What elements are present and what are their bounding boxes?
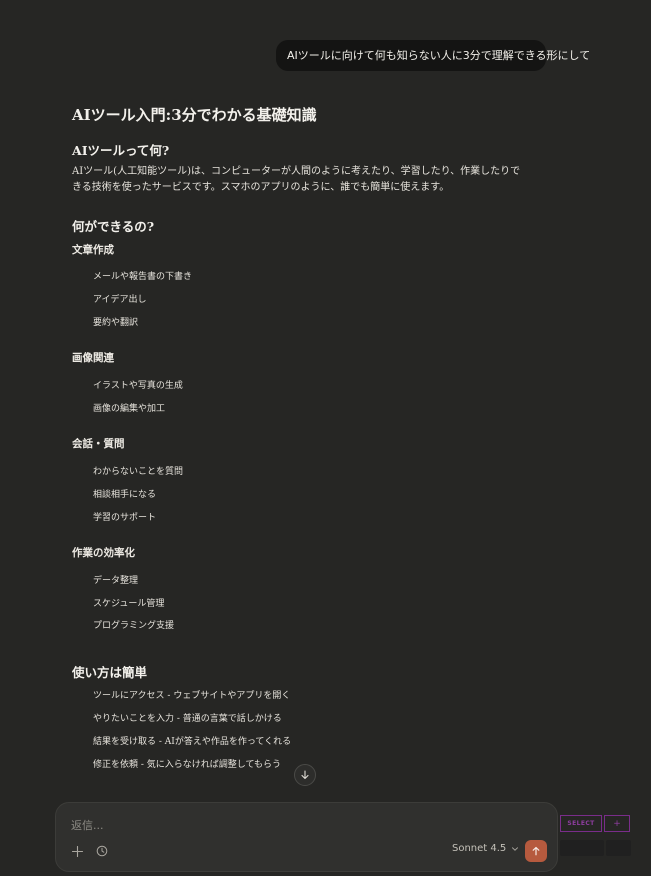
- list-item: スケジュール管理: [93, 599, 165, 609]
- reply-composer[interactable]: 返信... Sonnet 4.5: [55, 802, 558, 872]
- group-title: 文章作成: [72, 244, 114, 256]
- step-item: 結果を受け取る - AIが答えや作品を作ってくれる: [93, 737, 292, 747]
- section-paragraph: AIツール(人工知能ツール)は、コンピューターが人間のように考えたり、学習したり…: [72, 166, 521, 193]
- scroll-to-bottom-button[interactable]: [294, 764, 316, 786]
- group-title: 画像関連: [72, 352, 114, 364]
- select-plus-label: +: [613, 818, 621, 829]
- select-label: SELECT: [567, 820, 595, 827]
- select-overlay-button[interactable]: SELECT: [560, 815, 602, 832]
- overlay-placeholder-block: [606, 840, 631, 856]
- add-button[interactable]: [70, 844, 84, 858]
- arrow-down-icon: [301, 770, 309, 780]
- model-selector[interactable]: Sonnet 4.5: [452, 843, 519, 854]
- step-item: ツールにアクセス - ウェブサイトやアプリを開く: [93, 691, 291, 701]
- section-heading-howto: 使い方は簡単: [72, 665, 148, 680]
- select-add-button[interactable]: +: [604, 815, 630, 832]
- step-item: 修正を依頼 - 気に入らなければ調整してもらう: [93, 760, 282, 770]
- list-item: データ整理: [93, 576, 139, 586]
- arrow-up-icon: [532, 846, 540, 856]
- user-message-bubble: AIツールに向けて何も知らない人に3分で理解できる形にして: [276, 40, 590, 71]
- group-title: 会話・質問: [72, 438, 125, 450]
- history-button[interactable]: [95, 844, 109, 858]
- list-item: 画像の編集や加工: [93, 404, 166, 414]
- user-message-text: AIツールに向けて何も知らない人に3分で理解できる形にして: [287, 49, 591, 62]
- response-title: AIツール入門:3分でわかる基礎知識: [72, 106, 317, 124]
- chevron-down-icon: [512, 846, 519, 851]
- reply-input-placeholder[interactable]: 返信...: [71, 817, 104, 833]
- section-heading-what: AIツールって何?: [72, 143, 170, 158]
- group-title: 作業の効率化: [72, 547, 135, 559]
- section-heading-capabilities: 何ができるの?: [72, 219, 155, 234]
- list-item: 学習のサポート: [93, 513, 157, 523]
- model-label: Sonnet 4.5: [452, 843, 507, 854]
- clock-icon: [96, 845, 108, 857]
- plus-icon: [71, 845, 83, 857]
- list-item: わからないことを質問: [93, 467, 184, 477]
- step-item: やりたいことを入力 - 普通の言葉で話しかける: [93, 714, 282, 724]
- list-item: 要約や翻訳: [93, 318, 139, 328]
- send-button[interactable]: [525, 840, 547, 862]
- overlay-placeholder-block: [560, 840, 604, 856]
- list-item: 相談相手になる: [93, 490, 157, 500]
- list-item: メールや報告書の下書き: [93, 272, 193, 282]
- list-item: アイデア出し: [93, 295, 147, 305]
- list-item: プログラミング支援: [93, 621, 175, 631]
- list-item: イラストや写真の生成: [93, 381, 183, 391]
